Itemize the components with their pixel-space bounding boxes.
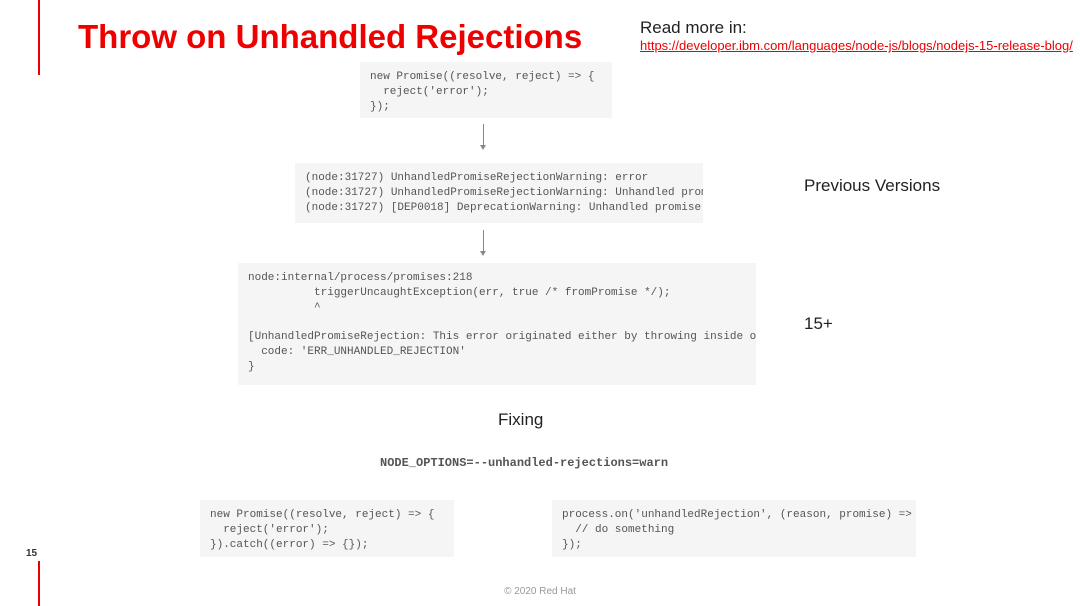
page-number: 15: [26, 548, 37, 559]
label-version-15: 15+: [804, 314, 833, 334]
read-more-link[interactable]: https://developer.ibm.com/languages/node…: [640, 38, 1073, 53]
accent-bar-top: [38, 0, 40, 75]
code-snippet-process-on-fix: process.on('unhandledRejection', (reason…: [552, 500, 916, 557]
code-snippet-catch-fix: new Promise((resolve, reject) => { rejec…: [200, 500, 454, 557]
accent-bar-bottom: [38, 561, 40, 606]
code-snippet-promise-reject: new Promise((resolve, reject) => { rejec…: [360, 62, 612, 118]
slide-title: Throw on Unhandled Rejections: [78, 18, 582, 56]
code-snippet-throw-output: node:internal/process/promises:218 trigg…: [238, 263, 756, 385]
label-fixing: Fixing: [498, 410, 543, 430]
label-previous-versions: Previous Versions: [804, 176, 940, 196]
arrow-down-icon: [483, 124, 484, 146]
read-more-label: Read more in:: [640, 18, 747, 38]
arrow-down-icon: [483, 230, 484, 252]
code-snippet-warning-output: (node:31727) UnhandledPromiseRejectionWa…: [295, 163, 703, 223]
copyright: © 2020 Red Hat: [0, 586, 1080, 597]
code-node-options: NODE_OPTIONS=--unhandled-rejections=warn: [380, 456, 668, 470]
